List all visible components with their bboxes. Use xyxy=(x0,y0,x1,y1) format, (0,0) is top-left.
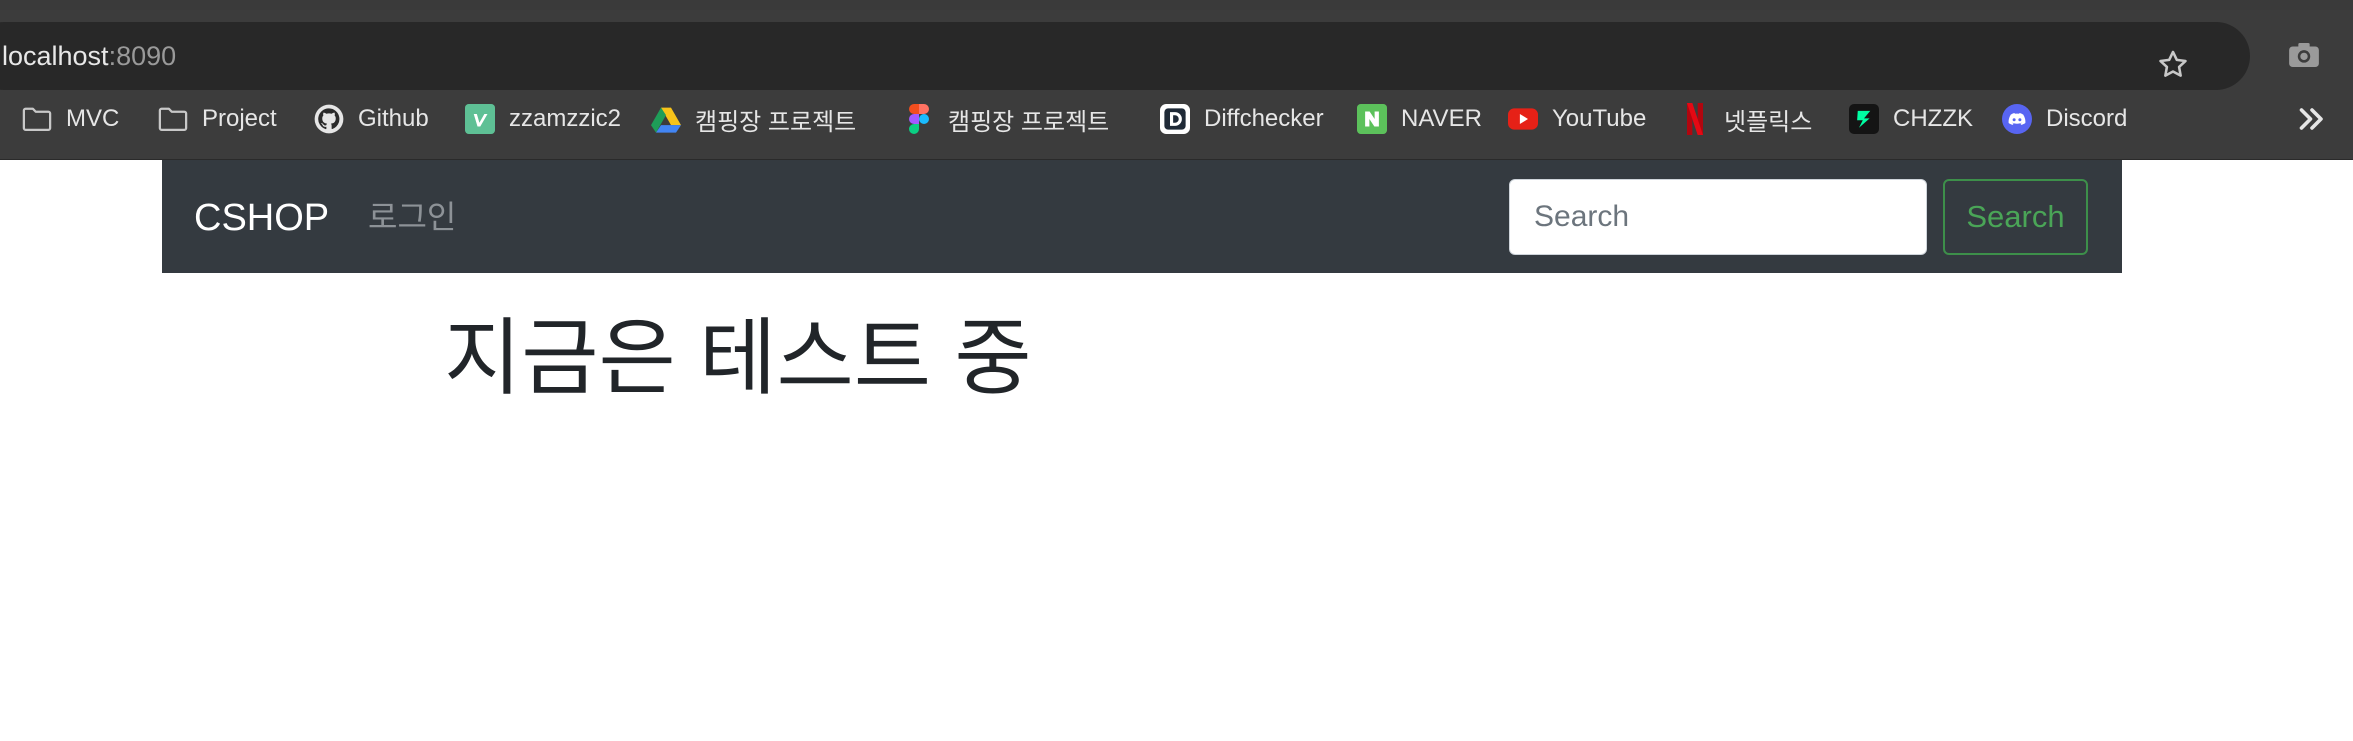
folder-icon xyxy=(158,104,188,134)
bookmark-label: Project xyxy=(202,105,277,132)
bookmark-label: 캠핑장 프로젝트 xyxy=(948,108,1110,136)
bookmark-discord[interactable]: Discord xyxy=(2002,92,2127,146)
bookmark-label: CHZZK xyxy=(1893,105,1973,132)
address-bar[interactable]: localhost:8090 xyxy=(0,22,2250,90)
bookmark-project[interactable]: Project xyxy=(158,92,277,146)
bookmark-naver[interactable]: NAVER xyxy=(1357,92,1482,146)
bookmark-label: NAVER xyxy=(1401,105,1482,132)
bookmark-zzamzzic2[interactable]: zzamzzic2 xyxy=(465,92,621,146)
youtube-icon xyxy=(1508,104,1538,134)
brand-link[interactable]: CSHOP xyxy=(194,195,329,241)
github-icon xyxy=(314,104,344,134)
bookmark-diffchecker[interactable]: Diffchecker xyxy=(1160,92,1324,146)
bookmark-label: zzamzzic2 xyxy=(509,105,622,132)
bookmark-label: Discord xyxy=(2046,105,2128,132)
nav-login-link[interactable]: 로그인 xyxy=(368,197,456,237)
google-drive-icon xyxy=(651,104,681,134)
netflix-icon xyxy=(1680,103,1710,135)
camera-icon[interactable] xyxy=(2287,40,2321,70)
url-host: localhost xyxy=(2,41,109,71)
bookmark-youtube[interactable]: YouTube xyxy=(1508,92,1646,146)
address-url[interactable]: localhost:8090 xyxy=(2,39,176,73)
folder-icon xyxy=(22,104,52,134)
bookmark-label: 캠핑장 프로젝트 xyxy=(695,108,857,136)
more-bookmarks-chevron-icon[interactable] xyxy=(2294,104,2330,134)
bookmark-label: MVC xyxy=(66,105,120,132)
bookmark-netflix[interactable]: 넷플릭스 xyxy=(1680,92,1812,146)
chzzk-icon xyxy=(1849,104,1879,134)
bookmark-github[interactable]: Github xyxy=(314,92,429,146)
figma-icon xyxy=(904,104,934,134)
bookmark-camping-drive[interactable]: 캠핑장 프로젝트 xyxy=(651,92,856,146)
bookmark-star-icon[interactable] xyxy=(2156,48,2190,82)
site-navbar: CSHOP 로그인 Search xyxy=(162,160,2122,273)
naver-icon xyxy=(1357,104,1387,134)
bookmark-chzzk[interactable]: CHZZK xyxy=(1849,92,1973,146)
bookmark-label: Github xyxy=(358,105,429,132)
discord-icon xyxy=(2002,104,2032,134)
bookmarks-bar: MVC Project Github zzamzzic2 캠핑장 프로젝트 캠핑… xyxy=(0,92,2353,146)
diffchecker-icon xyxy=(1160,104,1190,134)
page-heading: 지금은 테스트 중 xyxy=(444,311,1032,405)
bookmark-camping-figma[interactable]: 캠핑장 프로젝트 xyxy=(904,92,1109,146)
bookmark-label: 넷플릭스 xyxy=(1724,108,1813,136)
browser-tab-strip xyxy=(0,0,2353,10)
search-input[interactable] xyxy=(1509,179,1927,255)
url-port: :8090 xyxy=(108,41,177,71)
vimeo-icon xyxy=(465,104,495,134)
bookmark-mvc[interactable]: MVC xyxy=(22,92,119,146)
bookmark-label: YouTube xyxy=(1552,105,1647,132)
search-button[interactable]: Search xyxy=(1943,179,2088,255)
bookmark-label: Diffchecker xyxy=(1204,105,1324,132)
